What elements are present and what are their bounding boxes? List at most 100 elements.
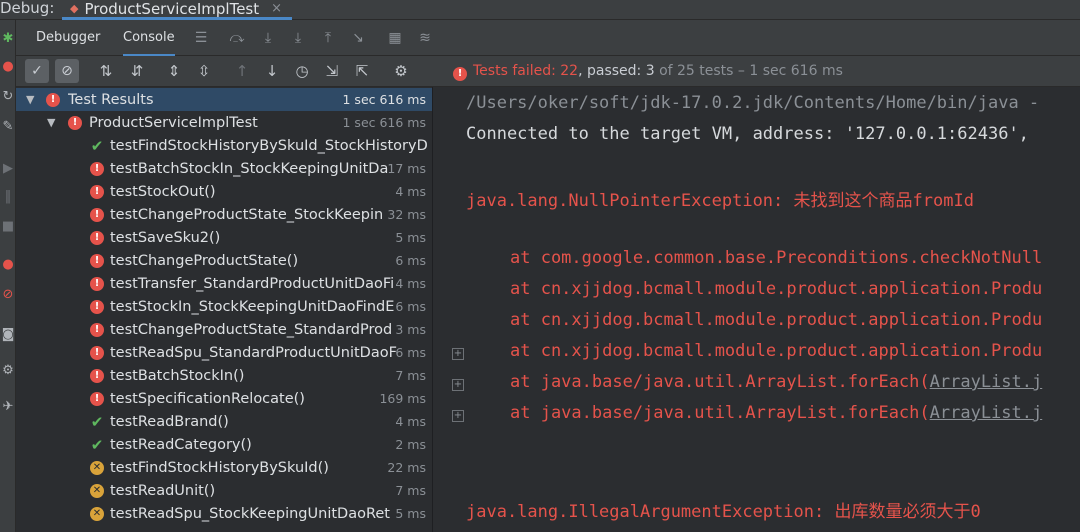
evaluate-icon[interactable]: ▦ [386, 29, 404, 47]
step-out-icon[interactable]: ⤒ [319, 29, 337, 47]
resume-icon[interactable]: ▶ [0, 160, 16, 176]
tree-root-test-results[interactable]: ▼ ! Test Results 1 sec 616 ms [16, 88, 432, 111]
test-name: testBatchStockIn() [110, 367, 245, 384]
expand-fold-icon[interactable]: + [452, 348, 464, 360]
test-row[interactable]: ! testBatchStockIn() 7 ms [16, 364, 432, 387]
failed-count: Tests failed: 22 [473, 63, 579, 79]
expand-fold-icon[interactable]: + [452, 410, 464, 422]
refresh-icon[interactable]: ↻ [0, 88, 16, 104]
test-row[interactable]: ✔ testFindStockHistoryBySkuId_StockHistor… [16, 134, 432, 157]
test-name: testFindStockHistoryBySkuId() [110, 459, 329, 476]
test-row[interactable]: ✕ testReadUnit() 7 ms [16, 479, 432, 502]
sort-alpha-icon[interactable]: ⇅ [96, 61, 116, 81]
left-action-strip: ✱ ● ↻ ✎ ▶ ‖ ■ ● ⊘ ◙ ⚙ ✈ [0, 20, 16, 532]
wrench-icon[interactable]: ✎ [0, 118, 16, 134]
pin-icon[interactable]: ✈ [0, 398, 16, 414]
sort-duration-icon[interactable]: ⇵ [127, 61, 147, 81]
test-row[interactable]: ! testStockOut() 4 ms [16, 180, 432, 203]
step-into-icon[interactable]: ⤓ [259, 29, 277, 47]
tab-debugger[interactable]: Debugger [36, 20, 100, 56]
test-row[interactable]: ! testStockIn_StockKeepingUnitDaoFindE 6 m… [16, 295, 432, 318]
expand-fold-icon[interactable]: + [452, 379, 464, 391]
test-name: testSpecificationRelocate() [110, 390, 305, 407]
failed-icon: ! [453, 67, 467, 81]
expand-all-icon[interactable]: ⇕ [164, 61, 184, 81]
passed-icon: ✔ [90, 136, 104, 155]
history-icon[interactable]: ◷ [292, 61, 312, 81]
test-duration: 6 ms [395, 253, 426, 268]
pause-icon[interactable]: ‖ [0, 188, 16, 204]
test-duration: 6 ms [395, 345, 426, 360]
close-icon[interactable]: × [271, 1, 282, 16]
show-passed-toggle[interactable]: ✓ [25, 59, 49, 83]
test-row[interactable]: ✔ testReadBrand() 4 ms [16, 410, 432, 433]
chevron-down-icon[interactable]: ▼ [26, 93, 34, 106]
tab-product-service-impl-test[interactable]: ◆ ProductServiceImplTest × [62, 0, 292, 20]
next-failed-icon[interactable]: ↓ [262, 61, 282, 81]
test-duration: 5 ms [395, 506, 426, 521]
console-line-stack: at com.google.common.base.Preconditions.… [510, 248, 1043, 268]
previous-failed-icon[interactable]: ↑ [232, 61, 252, 81]
test-row[interactable]: ! testSpecificationRelocate() 169 ms [16, 387, 432, 410]
export-icon[interactable]: ⇱ [352, 61, 372, 81]
test-duration: 17 ms [387, 161, 426, 176]
console-line-stack: at cn.xjjdog.bcmall.module.product.appli… [510, 341, 1043, 361]
console-line: /Users/oker/soft/jdk-17.0.2.jdk/Contents… [466, 93, 1040, 113]
debug-toolbar: Debugger Console ☰ ⤼ ⤓ ⤓ ⤒ ↘ ▦ ≋ [16, 20, 1080, 56]
test-name: testReadCategory() [110, 436, 252, 453]
test-row[interactable]: ✕ testFindStockHistoryBySkuId() 22 ms [16, 456, 432, 479]
test-run-icon: ◆ [70, 2, 79, 15]
test-row[interactable]: ✕ testReadSpu_StockKeepingUnitDaoRet 5 ms [16, 502, 432, 525]
menu-icon[interactable]: ☰ [192, 29, 210, 47]
test-duration: 3 ms [395, 322, 426, 337]
test-duration: 22 ms [387, 460, 426, 475]
step-over-icon[interactable]: ⤼ [228, 29, 246, 47]
test-row[interactable]: ! testChangeProductState_StandardProd 3 ms [16, 318, 432, 341]
console-line-stack: at cn.xjjdog.bcmall.module.product.appli… [510, 279, 1043, 299]
test-row[interactable]: ! testChangeProductState() 6 ms [16, 249, 432, 272]
test-name: testFindStockHistoryBySkuId_StockHistory… [110, 137, 428, 154]
console-line-exception: java.lang.NullPointerException: 未找到这个商品f… [466, 191, 974, 211]
passed-icon: ✔ [90, 435, 104, 454]
stack-text: at java.base/java.util.ArrayList.forEach… [510, 403, 930, 423]
tab-console[interactable]: Console [123, 20, 175, 56]
test-duration: 4 ms [395, 184, 426, 199]
import-icon[interactable]: ⇲ [322, 61, 342, 81]
test-results-tree: ▼ ! Test Results 1 sec 616 ms ▼ ! Produc… [16, 87, 432, 532]
test-duration: 4 ms [395, 414, 426, 429]
mute-breakpoints-icon[interactable]: ⊘ [0, 286, 16, 302]
collapse-all-icon[interactable]: ⇳ [194, 61, 214, 81]
test-row[interactable]: ! testBatchStockIn_StockKeepingUnitDa 17 m… [16, 157, 432, 180]
gear-icon[interactable]: ⚙ [391, 61, 411, 81]
test-duration: 7 ms [395, 368, 426, 383]
settings-icon[interactable]: ⚙ [0, 362, 16, 378]
test-row[interactable]: ! testChangeProductState_StockKeepin 32 ms [16, 203, 432, 226]
show-ignored-toggle[interactable]: ⊘ [55, 59, 79, 83]
breakpoints-icon[interactable]: ● [0, 256, 16, 272]
test-row[interactable]: ! testTransfer_StandardProductUnitDaoFi 4 … [16, 272, 432, 295]
bug-icon[interactable]: ✱ [0, 30, 16, 46]
source-link[interactable]: ArrayList.j [930, 403, 1043, 423]
source-link[interactable]: ArrayList.j [930, 372, 1043, 392]
failed-icon: ! [90, 276, 104, 291]
trace-icon[interactable]: ≋ [416, 29, 434, 47]
run-to-cursor-icon[interactable]: ↘ [349, 29, 367, 47]
test-row[interactable]: ✔ testReadCategory() 2 ms [16, 433, 432, 456]
failed-icon: ! [90, 299, 104, 314]
chevron-down-icon[interactable]: ▼ [47, 116, 55, 129]
stack-text: at java.base/java.util.ArrayList.forEach… [510, 372, 930, 392]
force-step-into-icon[interactable]: ⤓ [289, 29, 307, 47]
test-row[interactable]: ! testSaveSku2() 5 ms [16, 226, 432, 249]
stop-icon[interactable]: ■ [0, 218, 16, 234]
test-name: testChangeProductState_StandardProd [110, 321, 393, 338]
failed-icon: ! [90, 184, 104, 199]
camera-icon[interactable]: ◙ [0, 326, 16, 342]
test-name: testReadUnit() [110, 482, 216, 499]
tree-node-label: ProductServiceImplTest [89, 114, 258, 131]
test-row[interactable]: ! testReadSpu_StandardProductUnitDaoF 6 ms [16, 341, 432, 364]
tree-node-suite[interactable]: ▼ ! ProductServiceImplTest 1 sec 616 ms [16, 111, 432, 134]
rerun-failed-icon[interactable]: ● [0, 58, 16, 74]
console-output[interactable]: + + + /Users/oker/soft/jdk-17.0.2.jdk/Co… [433, 87, 1080, 532]
tree-node-time: 1 sec 616 ms [342, 115, 427, 130]
debug-tool-window: Debug: ◆ ProductServiceImplTest × ✱ ● ↻ … [0, 0, 1080, 532]
